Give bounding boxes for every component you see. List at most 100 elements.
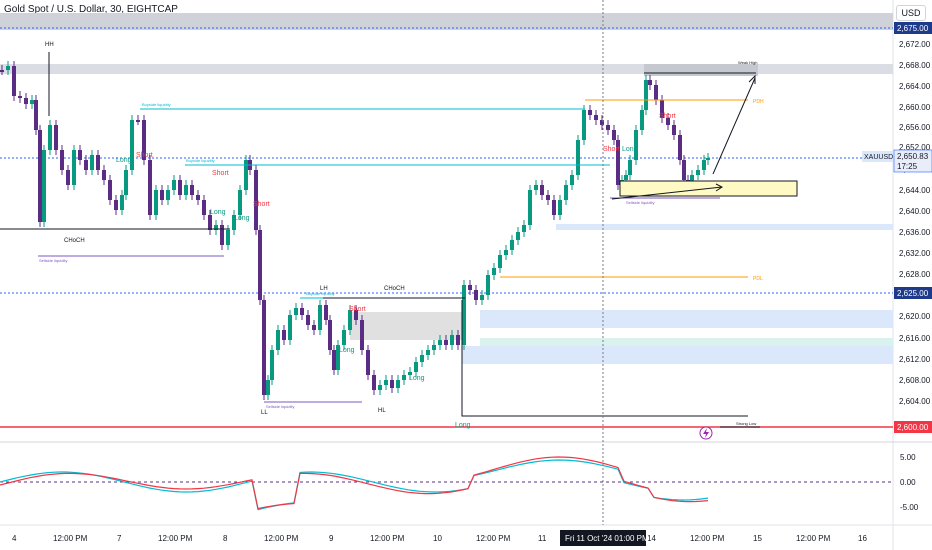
label-buyside-1: Buyside liquidity <box>142 102 171 107</box>
lightning-alert-icon[interactable] <box>699 426 713 440</box>
label-hh: HH <box>45 42 54 48</box>
candle-body <box>654 85 658 100</box>
candle-body <box>540 185 544 195</box>
candle-body <box>504 250 508 255</box>
candle-body <box>124 170 128 195</box>
candle-body <box>262 300 266 395</box>
candle-body <box>522 225 526 232</box>
current-price: 2,650.83 <box>897 152 929 161</box>
candle-body <box>552 200 556 215</box>
candle-body <box>420 355 424 362</box>
candle-body <box>396 380 400 388</box>
candle-body <box>18 96 22 98</box>
candle-body <box>148 160 152 215</box>
candle-body <box>66 170 70 185</box>
candle-body <box>564 185 568 200</box>
osc-tick: -5.00 <box>900 503 919 512</box>
candle-body <box>24 98 28 104</box>
candle-body <box>78 150 82 160</box>
candle-body <box>516 232 520 240</box>
candle-body <box>276 330 280 350</box>
chart-area[interactable]: HH CHoCH Sellside liquidity Buyside liqu… <box>0 0 932 550</box>
badge-low: 2,600.00 <box>897 423 929 432</box>
candle-body <box>196 195 200 200</box>
label-sellside-3: Sellside liquidity <box>626 200 654 205</box>
time-tick: 15 <box>753 534 762 543</box>
time-tick: 8 <box>223 534 228 543</box>
label-long-1: Long <box>116 157 132 164</box>
time-tick: 10 <box>433 534 442 543</box>
label-long-6: Long <box>622 146 638 153</box>
candle-body <box>108 180 112 200</box>
price-tick: 2,604.00 <box>899 397 931 406</box>
time-axis[interactable]: 4 12:00 PM 7 12:00 PM 8 12:00 PM 9 12:00… <box>12 534 867 543</box>
candle-body <box>648 80 652 85</box>
candle-body <box>208 215 212 230</box>
weak-high-band-right <box>644 64 758 76</box>
candle-body <box>498 255 502 268</box>
candle-body <box>594 115 598 120</box>
candle-body <box>306 315 310 325</box>
time-tick: 16 <box>858 534 867 543</box>
candle-body <box>696 170 700 175</box>
osc-tick: 0.00 <box>900 478 916 487</box>
candle-body <box>318 305 322 330</box>
label-short-1: Short <box>136 152 153 159</box>
candle-body <box>534 185 538 190</box>
demand-zone-1 <box>556 224 893 230</box>
candle-body <box>628 160 632 175</box>
candle-body <box>30 100 34 104</box>
crosshair-time-label: Fri 11 Oct '24 01:00 PM <box>565 534 649 543</box>
label-strong-low: Strong Low <box>736 421 756 426</box>
label-long-3: Long <box>234 215 250 222</box>
candle-body <box>390 380 394 388</box>
candle-body <box>48 125 52 150</box>
candle-body <box>468 285 472 290</box>
time-tick: 11 <box>538 534 547 543</box>
candle-body <box>294 308 298 315</box>
label-long-4: Long <box>339 347 355 354</box>
candle-body <box>300 308 304 315</box>
candle-body <box>102 170 106 180</box>
time-tick: 12:00 PM <box>476 534 511 543</box>
candle-body <box>282 330 286 340</box>
candle-body <box>438 340 442 345</box>
candle-body <box>84 160 88 170</box>
price-tick: 2,632.00 <box>899 249 931 258</box>
candle-body <box>202 200 206 215</box>
projection-arrow-2[interactable] <box>712 77 756 175</box>
candle-body <box>456 335 460 345</box>
demand-zone-2 <box>480 310 893 328</box>
candle-body <box>414 362 418 372</box>
candle-body <box>184 185 188 195</box>
candle-body <box>238 190 242 215</box>
candle-body <box>682 160 686 180</box>
candle-body <box>486 275 490 295</box>
candle-body <box>450 335 454 345</box>
candle-body <box>96 155 100 170</box>
badge-top: 2,675.00 <box>897 24 929 33</box>
candle-body <box>432 345 436 350</box>
candle-body <box>402 375 406 380</box>
label-hl: HL <box>378 408 386 414</box>
candle-body <box>178 180 182 195</box>
candle-body <box>426 350 430 355</box>
candle-body <box>220 225 224 245</box>
candle-body <box>288 315 292 340</box>
candle-body <box>6 66 10 70</box>
candle-body <box>226 230 230 245</box>
candle-body <box>672 125 676 135</box>
label-long-2: Long <box>210 209 226 216</box>
time-tick: 12:00 PM <box>796 534 831 543</box>
price-axis[interactable]: 2,672.00 2,668.00 2,664.00 2,660.00 2,65… <box>899 40 931 406</box>
candle-body <box>576 140 580 175</box>
candle-body <box>34 100 38 130</box>
label-choch-1: CHoCH <box>64 238 85 244</box>
candle-body <box>480 295 484 300</box>
oscillator-fast-line <box>0 459 709 511</box>
label-short-6: Short <box>659 113 676 120</box>
price-tick: 2,608.00 <box>899 376 931 385</box>
label-choch-2: CHoCH <box>384 286 405 292</box>
candle-body <box>120 195 124 210</box>
candle-body <box>12 66 16 96</box>
